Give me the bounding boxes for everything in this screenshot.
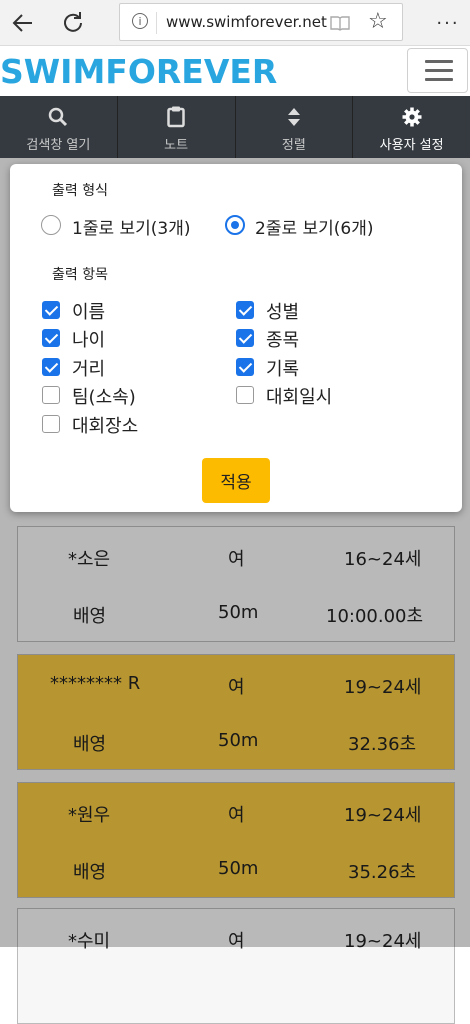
format-radio-2line[interactable] [225, 215, 245, 235]
more-icon[interactable]: ··· [433, 8, 463, 38]
sort-button[interactable]: 정렬 [236, 96, 354, 158]
format-label-2line[interactable]: 2줄로 보기(6개) [255, 214, 374, 239]
field-label[interactable]: 기록 [266, 355, 299, 381]
star-icon[interactable]: ☆ [368, 9, 388, 34]
format-label-1line[interactable]: 1줄로 보기(3개) [72, 214, 191, 239]
format-radio-1line[interactable] [41, 215, 61, 235]
field-checkbox-team[interactable] [42, 386, 60, 404]
field-checkbox-meet-venue[interactable] [42, 415, 60, 433]
search-icon [0, 106, 117, 128]
field-checkbox-record[interactable] [236, 358, 254, 376]
field-label[interactable]: 대회일시 [266, 383, 332, 409]
gear-icon [353, 106, 470, 128]
field-checkbox-age[interactable] [42, 329, 60, 347]
note-button[interactable]: 노트 [118, 96, 236, 158]
toolbar-label: 정렬 [281, 138, 306, 153]
user-settings-button[interactable]: 사용자 설정 [353, 96, 470, 158]
site-header: SWIMFOREVER [0, 46, 470, 96]
site-logo[interactable]: SWIMFOREVER [0, 52, 277, 91]
field-checkbox-name[interactable] [42, 301, 60, 319]
address-bar[interactable]: i www.swimforever.net ☆ [119, 3, 403, 41]
field-checkbox-gender[interactable] [236, 301, 254, 319]
info-icon[interactable]: i [132, 13, 148, 29]
field-checkbox-meet-date[interactable] [236, 386, 254, 404]
field-label[interactable]: 종목 [266, 326, 299, 352]
browser-toolbar: i www.swimforever.net ☆ ··· [0, 0, 470, 46]
toolbar-label: 노트 [164, 138, 189, 153]
apply-button[interactable]: 적용 [202, 458, 270, 503]
field-label[interactable]: 이름 [72, 298, 105, 324]
sort-icon [236, 106, 353, 128]
back-arrow-icon[interactable] [8, 8, 38, 38]
hamburger-line [425, 78, 453, 81]
field-label[interactable]: 거리 [72, 355, 105, 381]
search-open-button[interactable]: 검색창 열기 [0, 96, 118, 158]
hamburger-line [425, 60, 453, 63]
toolbar-label: 사용자 설정 [379, 138, 444, 153]
reading-view-icon[interactable] [330, 15, 350, 31]
hamburger-line [425, 69, 453, 72]
field-checkbox-event[interactable] [236, 329, 254, 347]
output-format-title: 출력 형식 [52, 183, 108, 199]
clipboard-icon [118, 106, 235, 128]
field-checkbox-distance[interactable] [42, 358, 60, 376]
url-text[interactable]: www.swimforever.net [166, 13, 327, 31]
toolbar-label: 검색창 열기 [26, 138, 91, 153]
user-settings-popup: 출력 형식 1줄로 보기(3개) 2줄로 보기(6개) 출력 항목 이름 성별 … [10, 164, 462, 512]
output-fields-title: 출력 항목 [52, 267, 108, 283]
field-label[interactable]: 성별 [266, 298, 299, 324]
action-toolbar: 검색창 열기 노트 정렬 사용자 설정 [0, 96, 470, 158]
address-divider [156, 12, 157, 34]
field-label[interactable]: 나이 [72, 326, 105, 352]
field-label[interactable]: 팀(소속) [72, 383, 136, 409]
menu-button[interactable] [407, 48, 468, 93]
field-label[interactable]: 대회장소 [72, 412, 138, 438]
reload-icon[interactable] [58, 8, 88, 38]
